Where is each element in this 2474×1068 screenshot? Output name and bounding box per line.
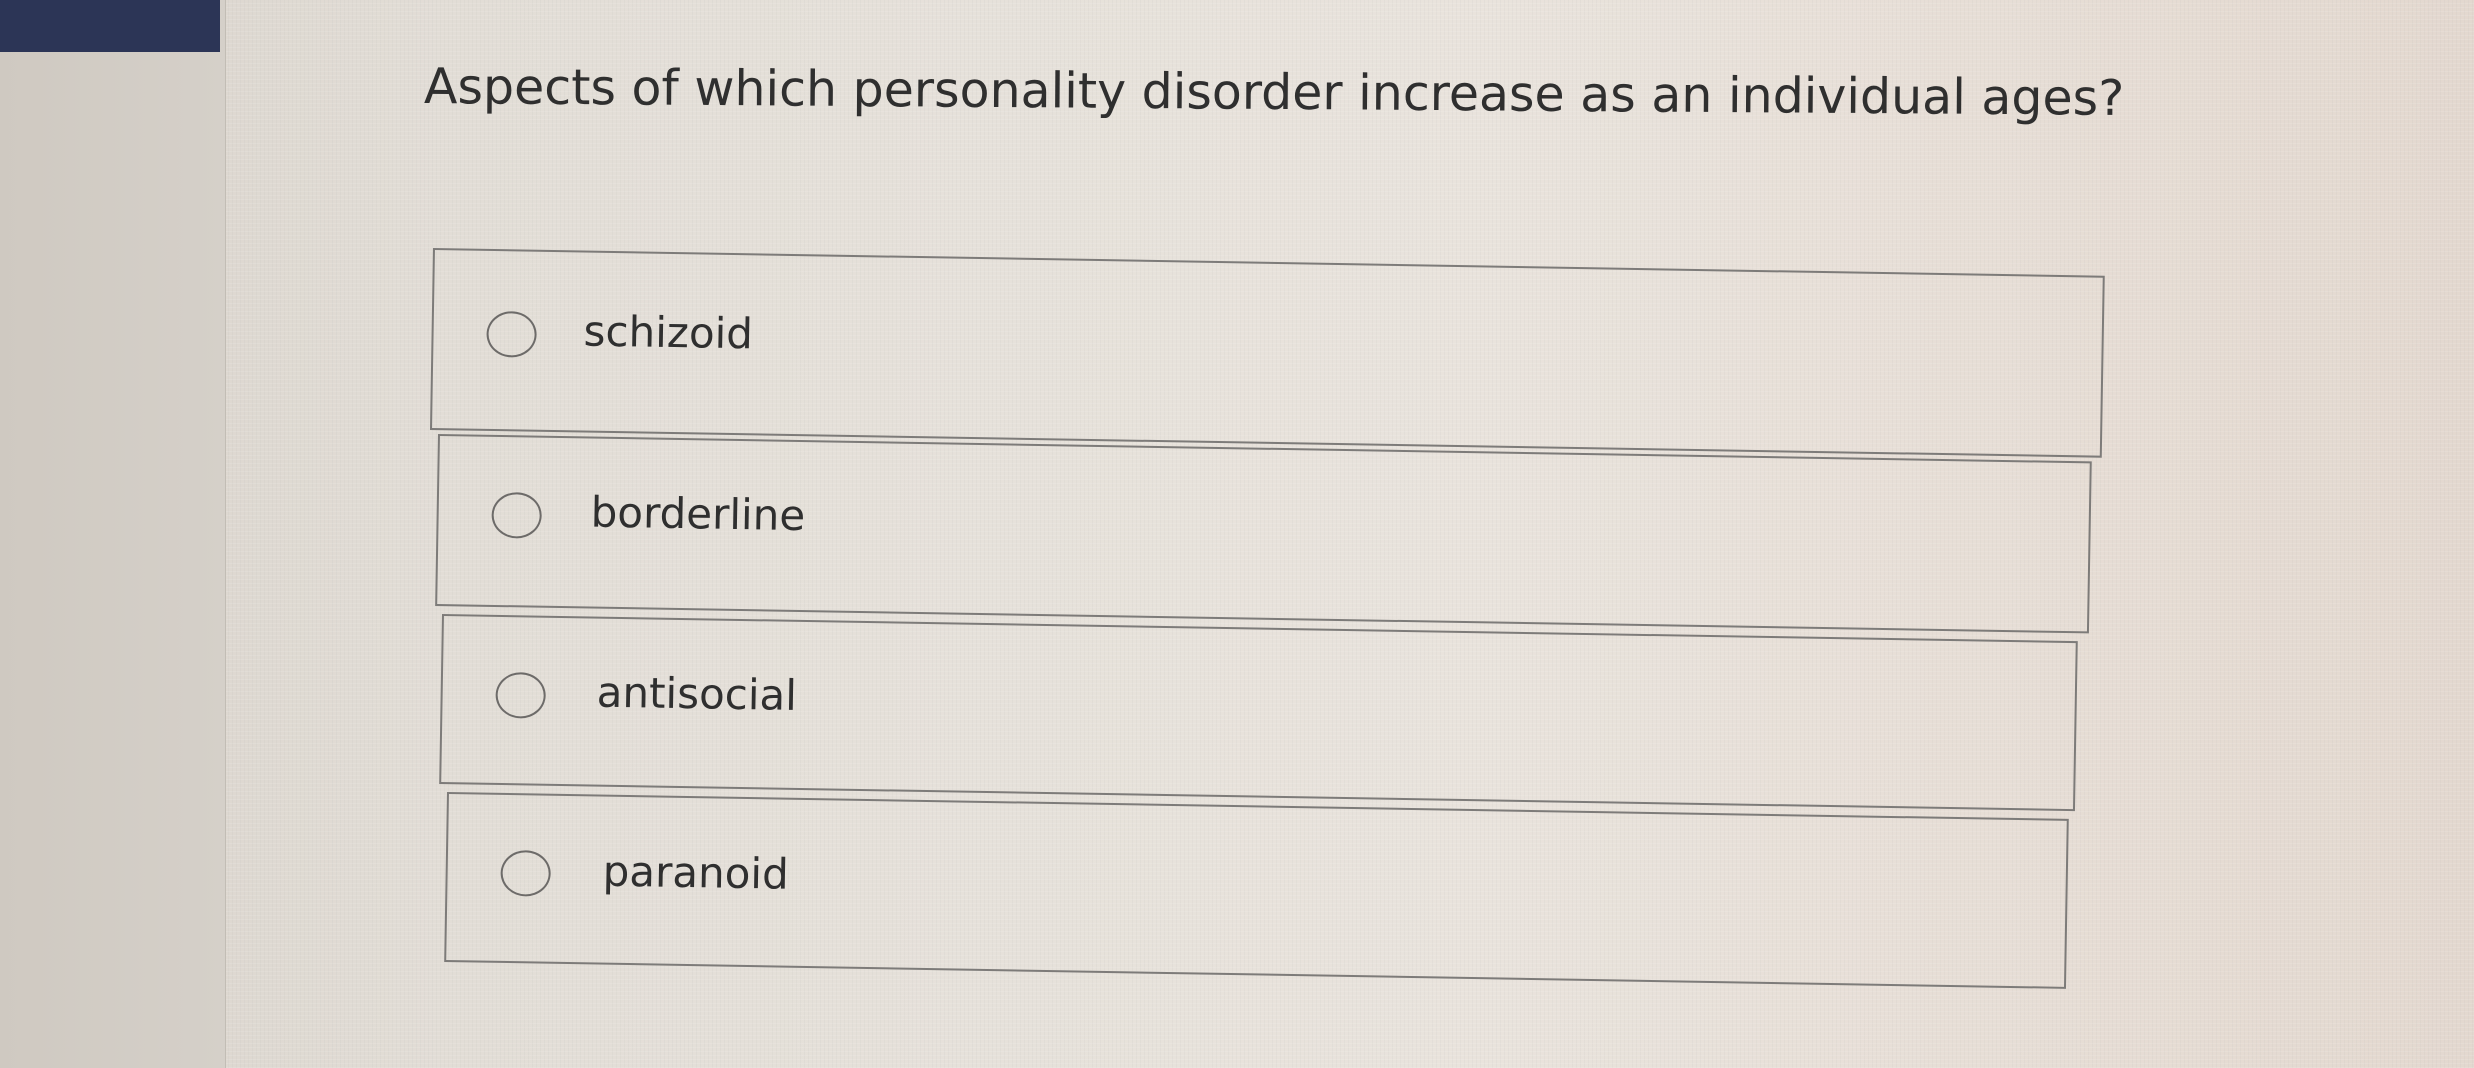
left-sidebar-panel	[0, 0, 226, 1068]
radio-button-icon[interactable]	[486, 310, 537, 358]
option-label: paranoid	[602, 846, 790, 899]
radio-button-icon[interactable]	[500, 849, 552, 897]
radio-button-icon[interactable]	[491, 491, 543, 539]
answer-option-antisocial[interactable]: antisocial	[439, 614, 2078, 812]
option-label: borderline	[590, 487, 806, 541]
radio-button-icon[interactable]	[495, 671, 547, 719]
option-label: antisocial	[596, 667, 798, 720]
nav-header-block	[0, 0, 220, 52]
question-text: Aspects of which personality disorder in…	[423, 58, 2125, 127]
answer-option-paranoid[interactable]: paranoid	[444, 792, 2069, 989]
answer-option-schizoid[interactable]: schizoid	[429, 248, 2105, 458]
answer-option-borderline[interactable]: borderline	[435, 434, 2092, 634]
option-label: schizoid	[583, 306, 754, 359]
